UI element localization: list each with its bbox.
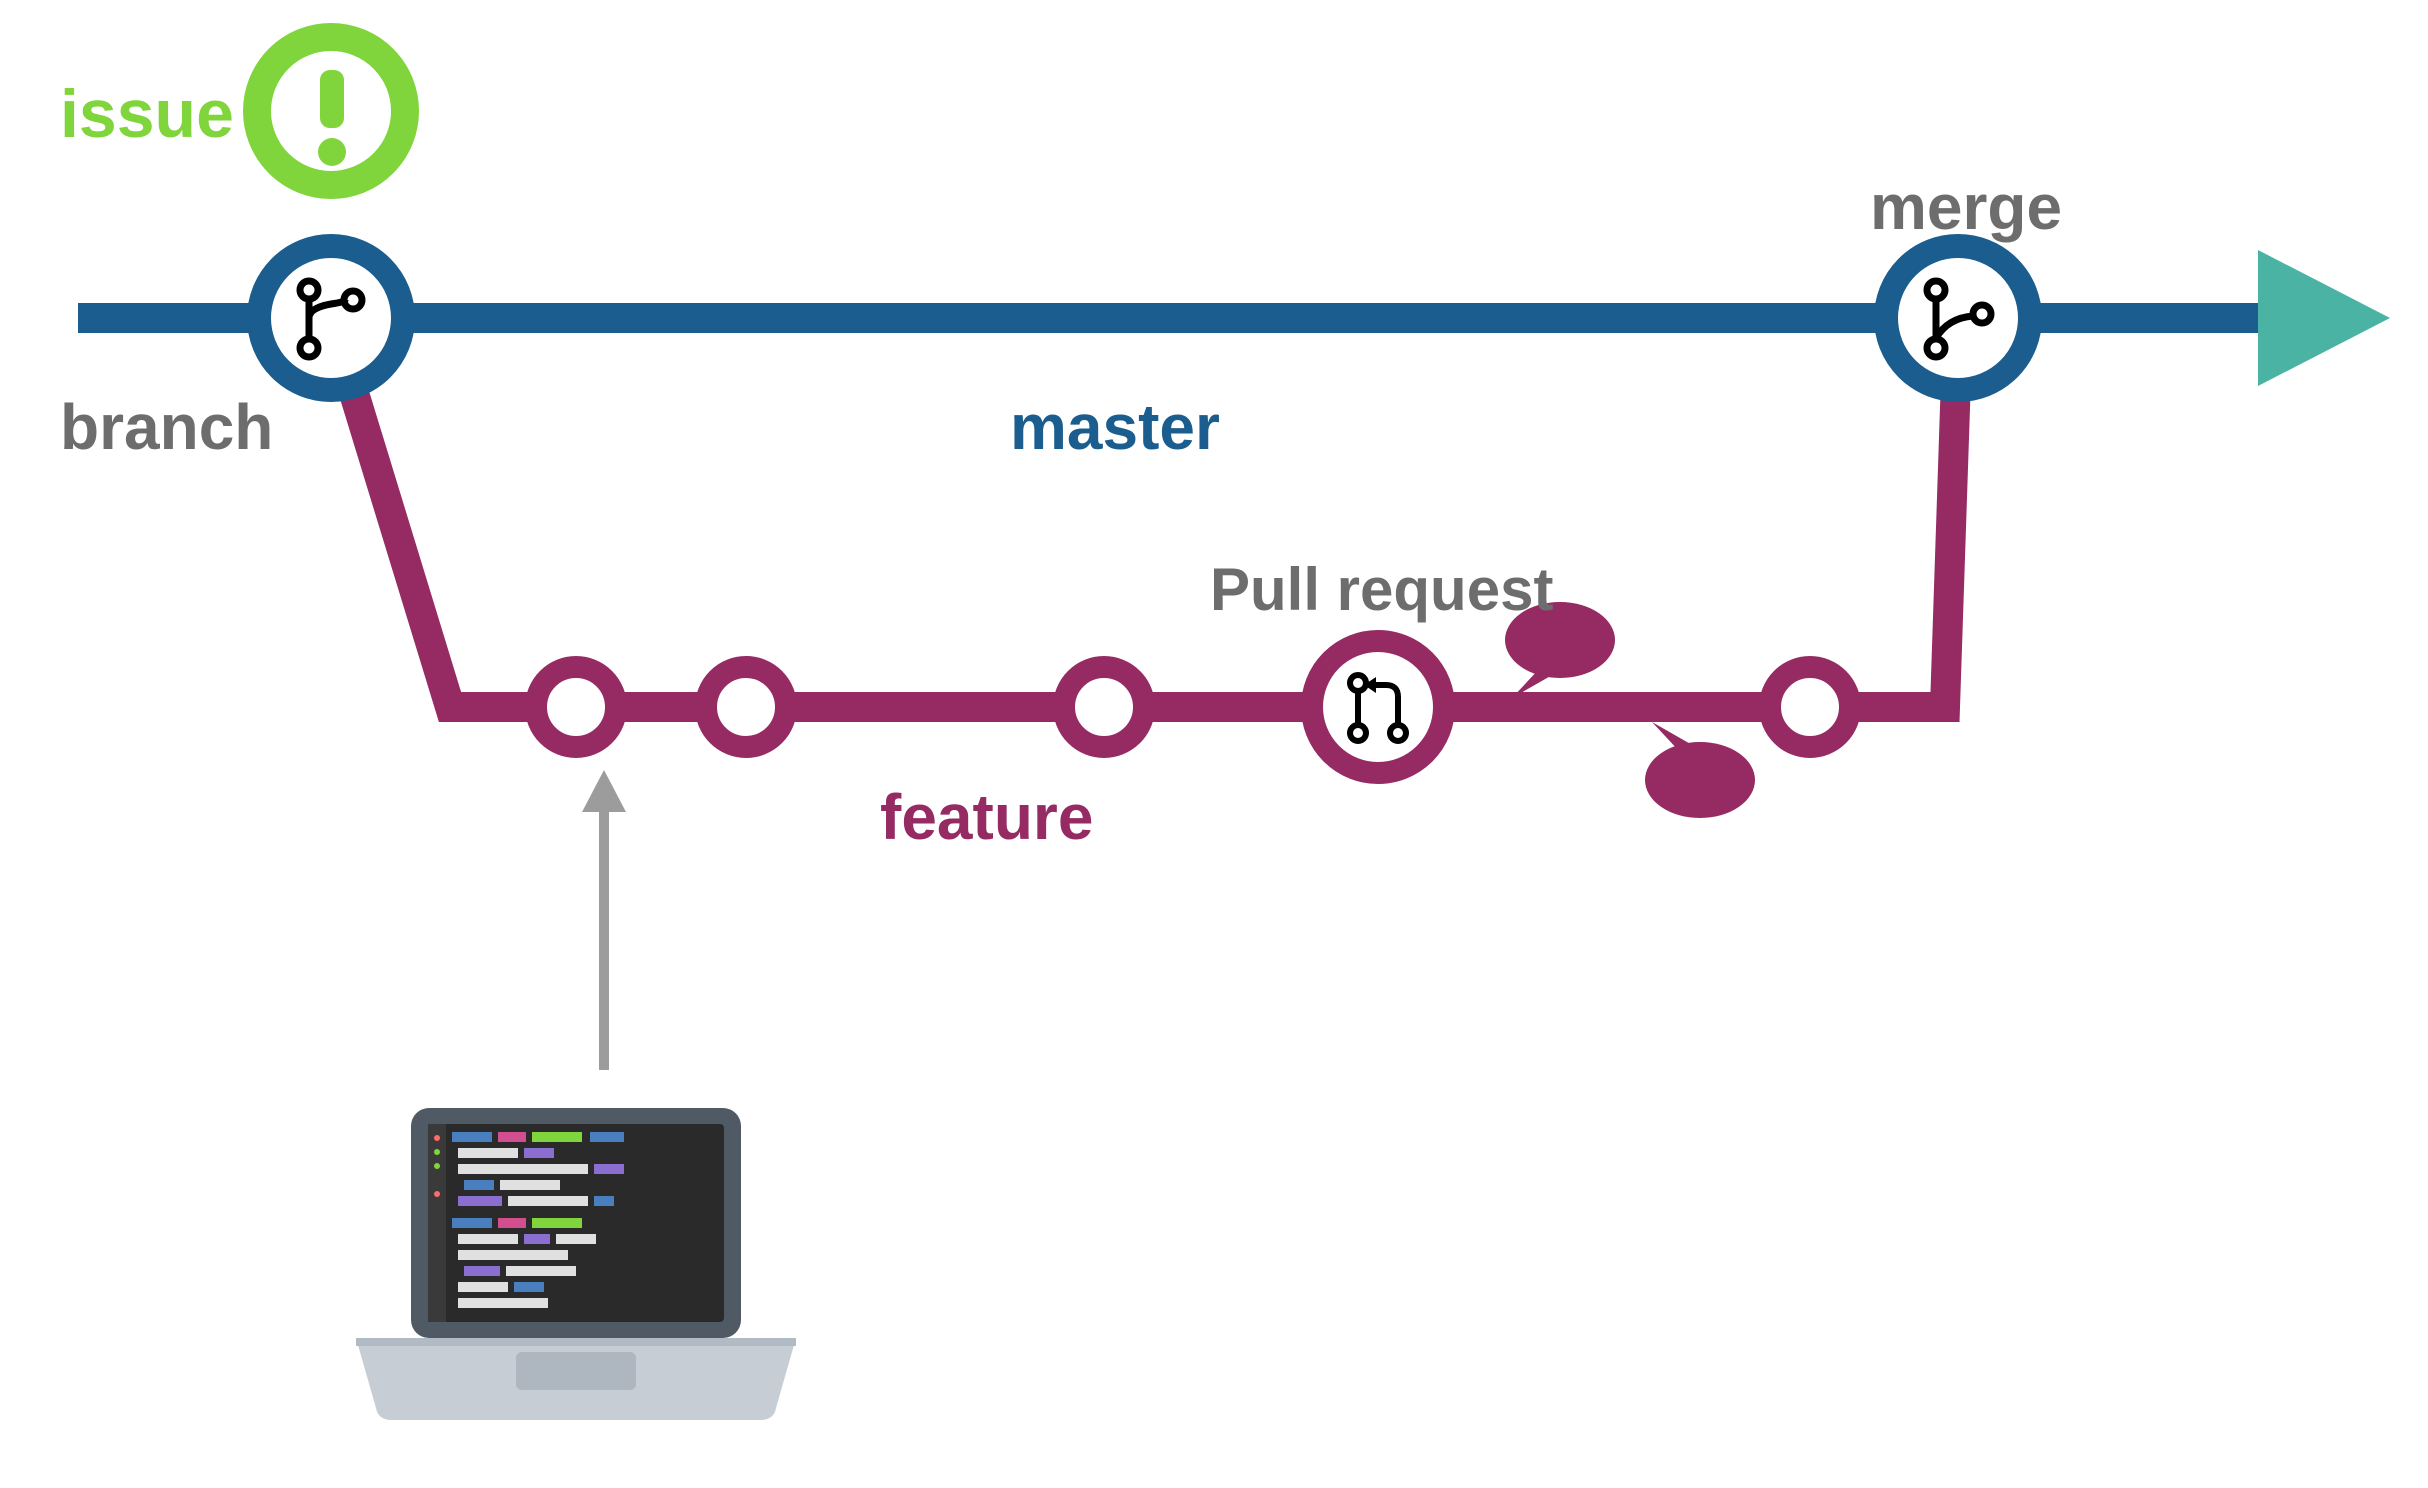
- arrow-head-icon: [2258, 250, 2390, 386]
- laptop-icon: [356, 1108, 796, 1420]
- issue-icon: [257, 37, 405, 185]
- git-flow-diagram: [0, 0, 2428, 1488]
- merge-node: [1886, 246, 2030, 390]
- feature-line: [331, 318, 1958, 707]
- pull-request-label: Pull request: [1210, 555, 1553, 624]
- merge-label: merge: [1870, 170, 2062, 244]
- pull-request-node: [1312, 641, 1444, 773]
- commit-node: [536, 667, 616, 747]
- feature-label: feature: [880, 780, 1093, 854]
- master-label: master: [1010, 390, 1220, 464]
- branch-label: branch: [60, 390, 273, 464]
- commit-node: [1064, 667, 1144, 747]
- speech-bubble-icon: [1645, 722, 1755, 818]
- branch-node: [259, 246, 403, 390]
- commit-node: [1770, 667, 1850, 747]
- arrow-head-up-icon: [582, 770, 626, 812]
- commit-node: [706, 667, 786, 747]
- issue-label: issue: [60, 75, 234, 153]
